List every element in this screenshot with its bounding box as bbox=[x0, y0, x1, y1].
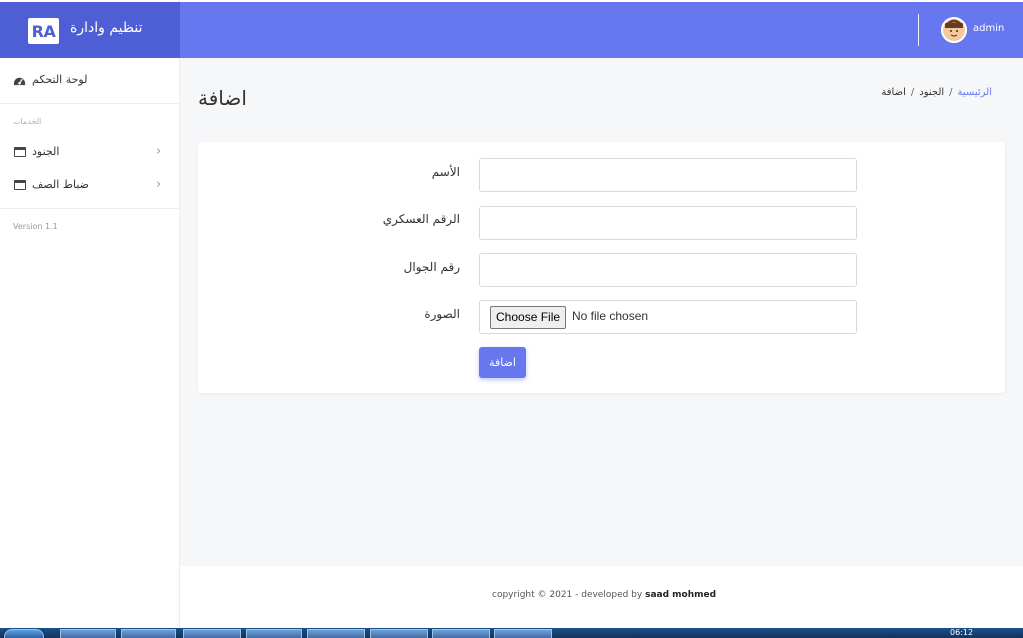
photo-label: الصورة bbox=[424, 307, 460, 321]
name-input[interactable] bbox=[479, 158, 857, 192]
sidebar-item-dashboard[interactable]: لوحة التحكم bbox=[0, 58, 180, 104]
dashboard-icon bbox=[13, 77, 26, 86]
military-number-input[interactable] bbox=[479, 206, 857, 240]
breadcrumb-current: اضافة bbox=[881, 87, 906, 98]
military-number-label: الرقم العسكري bbox=[382, 212, 460, 226]
submit-button[interactable]: اضافة bbox=[479, 347, 526, 378]
version-label: Version 1.1 bbox=[13, 222, 58, 231]
file-status-text: No file chosen bbox=[572, 309, 649, 323]
window-icon bbox=[14, 147, 26, 157]
taskbar-clock[interactable]: 06:12 bbox=[950, 628, 973, 637]
breadcrumb: الرئيسية / الجنود / اضافة bbox=[881, 87, 992, 98]
taskbar-app-icon[interactable] bbox=[183, 629, 241, 638]
brand[interactable]: RA تنظيم وادارة bbox=[0, 2, 180, 58]
sidebar-item-label: ضباط الصف bbox=[32, 178, 90, 191]
sidebar-item-soldiers[interactable]: الجنود › bbox=[0, 138, 180, 168]
os-taskbar: 06:12 bbox=[0, 628, 1023, 638]
sidebar: RA تنظيم وادارة لوحة التحكم الخدمات الجن… bbox=[0, 0, 180, 638]
page-title: اضافة bbox=[198, 86, 247, 110]
photo-file-input: Choose File No file chosen bbox=[479, 300, 857, 334]
sidebar-divider bbox=[0, 208, 180, 209]
window-icon bbox=[14, 180, 26, 190]
brand-title: تنظيم وادارة bbox=[70, 20, 143, 36]
user-name[interactable]: admin bbox=[973, 23, 1004, 34]
taskbar-app-icon[interactable] bbox=[60, 629, 116, 638]
user-avatar[interactable] bbox=[941, 17, 967, 43]
name-label: الأسم bbox=[431, 165, 460, 179]
chevron-right-icon: › bbox=[156, 144, 162, 159]
taskbar-app-icon[interactable] bbox=[246, 629, 302, 638]
breadcrumb-section[interactable]: الجنود bbox=[919, 87, 944, 98]
taskbar-app-icon[interactable] bbox=[307, 629, 365, 638]
avatar-icon bbox=[943, 19, 965, 41]
choose-file-button[interactable]: Choose File bbox=[490, 306, 567, 329]
brand-logo: RA bbox=[28, 18, 59, 44]
mobile-label: رقم الجوال bbox=[403, 260, 460, 274]
taskbar-app-icon[interactable] bbox=[432, 629, 490, 638]
form-card: الأسم الرقم العسكري رقم الجوال الصورة Ch… bbox=[198, 142, 1005, 393]
main-content: اضافة الرئيسية / الجنود / اضافة الأسم الرقم … bbox=[180, 58, 1023, 566]
sidebar-item-label: لوحة التحكم bbox=[32, 73, 88, 86]
sidebar-item-nco[interactable]: ضباط الصف › bbox=[0, 171, 180, 201]
footer-text: copyright © 2021 - developed by saad moh… bbox=[492, 590, 716, 600]
breadcrumb-separator: / bbox=[949, 87, 953, 98]
taskbar-app-icon[interactable] bbox=[121, 629, 176, 638]
taskbar-app-icon[interactable] bbox=[494, 629, 552, 638]
footer-author: saad mohmed bbox=[645, 590, 717, 600]
sidebar-item-label: الجنود bbox=[32, 145, 60, 158]
taskbar-app-icon[interactable] bbox=[370, 629, 428, 638]
sidebar-section-title: الخدمات bbox=[13, 117, 42, 126]
breadcrumb-home-link[interactable]: الرئيسية bbox=[958, 87, 992, 98]
breadcrumb-separator: / bbox=[910, 87, 915, 98]
footer-copyright: copyright © 2021 - developed by bbox=[492, 590, 646, 600]
start-button[interactable] bbox=[4, 629, 44, 638]
chevron-right-icon: › bbox=[156, 177, 162, 192]
topbar-divider bbox=[918, 14, 919, 46]
footer: copyright © 2021 - developed by saad moh… bbox=[180, 566, 1023, 628]
mobile-input[interactable] bbox=[479, 253, 857, 287]
topbar: admin bbox=[180, 2, 1023, 58]
